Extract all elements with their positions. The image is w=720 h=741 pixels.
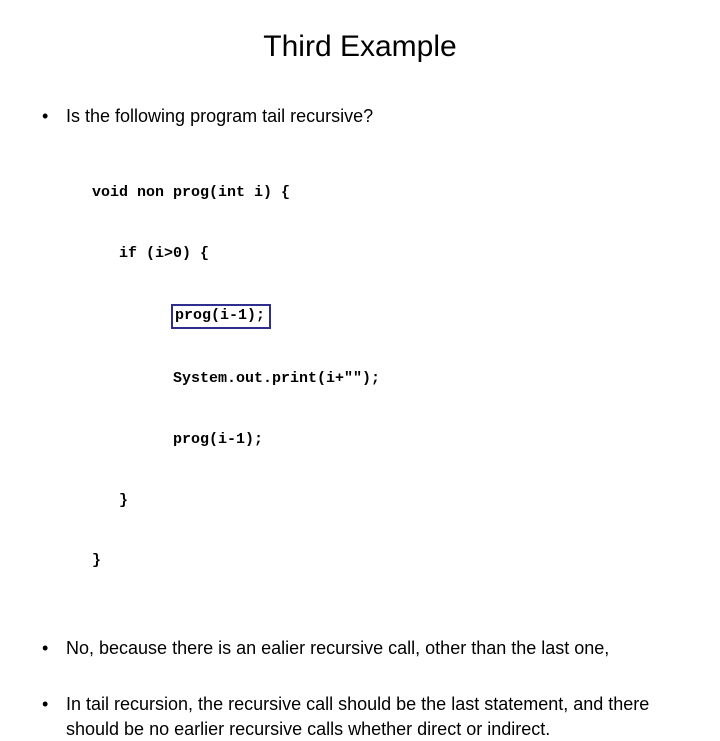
bullet-2: • No, because there is an ealier recursi… — [40, 636, 680, 660]
bullet-2-text: No, because there is an ealier recursive… — [66, 636, 680, 660]
code-line-3: prog(i-1); — [92, 304, 680, 328]
highlight-box: prog(i-1); — [171, 304, 271, 328]
code-line-3-indent — [92, 307, 173, 324]
bullet-dot: • — [40, 104, 66, 128]
bullet-dot: • — [40, 692, 66, 741]
bullet-dot: • — [40, 636, 66, 660]
slide-title: Third Example — [40, 30, 680, 64]
code-line-6: } — [92, 491, 680, 511]
bullet-3-text: In tail recursion, the recursive call sh… — [66, 692, 680, 741]
bullet-3: • In tail recursion, the recursive call … — [40, 692, 680, 741]
code-line-7: } — [92, 551, 680, 571]
code-line-5: prog(i-1); — [92, 430, 680, 450]
bullet-1: • Is the following program tail recursiv… — [40, 104, 680, 128]
spacer — [40, 674, 680, 692]
code-line-4: System.out.print(i+""); — [92, 369, 680, 389]
code-line-2: if (i>0) { — [92, 244, 680, 264]
code-line-1: void non prog(int i) { — [92, 183, 680, 203]
code-block: void non prog(int i) { if (i>0) { prog(i… — [92, 142, 680, 612]
slide: Third Example • Is the following program… — [0, 0, 720, 540]
bullet-1-text: Is the following program tail recursive? — [66, 104, 680, 128]
